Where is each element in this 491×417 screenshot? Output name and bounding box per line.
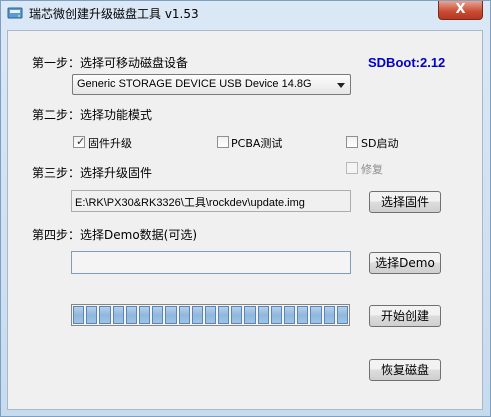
progress-segment bbox=[86, 306, 98, 324]
checkbox-pcba-test[interactable] bbox=[217, 136, 229, 148]
progress-segment bbox=[178, 306, 190, 324]
close-button[interactable]: X bbox=[438, 1, 483, 20]
version-label: SDBoot:2.12 bbox=[368, 55, 446, 70]
step1-label: 第一步：选择可移动磁盘设备 bbox=[32, 56, 189, 70]
checkbox-repair[interactable] bbox=[346, 162, 358, 174]
progress-segment bbox=[257, 306, 269, 324]
progress-bar bbox=[71, 304, 350, 326]
step2-label: 第二步：选择功能模式 bbox=[32, 108, 153, 122]
progress-segment bbox=[336, 306, 348, 324]
start-create-button[interactable]: 开始创建 bbox=[369, 305, 441, 327]
check-icon: ✓ bbox=[76, 135, 86, 148]
step4-label: 第四步：选择Demo数据(可选) bbox=[32, 228, 198, 242]
progress-segment bbox=[323, 306, 335, 324]
checkbox-repair-label: 修复 bbox=[361, 163, 383, 176]
progress-segment bbox=[310, 306, 322, 324]
progress-segment bbox=[138, 306, 151, 324]
progress-segment bbox=[270, 306, 282, 324]
device-select[interactable]: Generic STORAGE DEVICE USB Device 14.8G bbox=[72, 74, 351, 95]
checkbox-sd-boot[interactable] bbox=[346, 136, 358, 148]
disk-app-icon bbox=[7, 7, 23, 19]
demo-path-field[interactable] bbox=[71, 251, 351, 274]
title-bar: 瑞芯微创建升级磁盘工具 v1.53 X bbox=[1, 1, 490, 25]
progress-segment bbox=[218, 306, 230, 324]
firmware-path-field[interactable]: E:\RK\PX30&RK3326\工具\rockdev\update.img bbox=[71, 190, 351, 212]
checkbox-sd-boot-label: SD启动 bbox=[361, 137, 399, 150]
step3-label: 第三步：选择升级固件 bbox=[32, 166, 153, 180]
checkbox-firmware-upgrade-label: 固件升级 bbox=[88, 137, 132, 150]
window-title: 瑞芯微创建升级磁盘工具 v1.53 bbox=[29, 7, 199, 21]
progress-segment bbox=[125, 306, 137, 324]
progress-segment bbox=[165, 306, 177, 324]
progress-segment bbox=[244, 306, 256, 324]
select-firmware-button[interactable]: 选择固件 bbox=[369, 191, 441, 213]
restore-disk-button[interactable]: 恢复磁盘 bbox=[369, 359, 441, 381]
progress-segment bbox=[99, 306, 111, 324]
progress-segment bbox=[284, 306, 296, 324]
select-demo-button[interactable]: 选择Demo bbox=[369, 252, 441, 274]
checkbox-pcba-test-label: PCBA测试 bbox=[231, 137, 283, 150]
progress-segment bbox=[297, 306, 309, 324]
checkbox-firmware-upgrade[interactable]: ✓ bbox=[73, 135, 86, 148]
progress-segment bbox=[191, 306, 203, 324]
close-icon: X bbox=[455, 2, 466, 17]
device-select-value: Generic STORAGE DEVICE USB Device 14.8G bbox=[77, 78, 312, 90]
progress-segment bbox=[152, 306, 164, 324]
progress-segment bbox=[73, 306, 85, 324]
chevron-down-icon bbox=[337, 83, 345, 88]
progress-segment bbox=[231, 306, 243, 324]
firmware-path-value: E:\RK\PX30&RK3326\工具\rockdev\update.img bbox=[75, 197, 305, 209]
progress-segment bbox=[112, 306, 124, 324]
progress-segment bbox=[204, 306, 217, 324]
